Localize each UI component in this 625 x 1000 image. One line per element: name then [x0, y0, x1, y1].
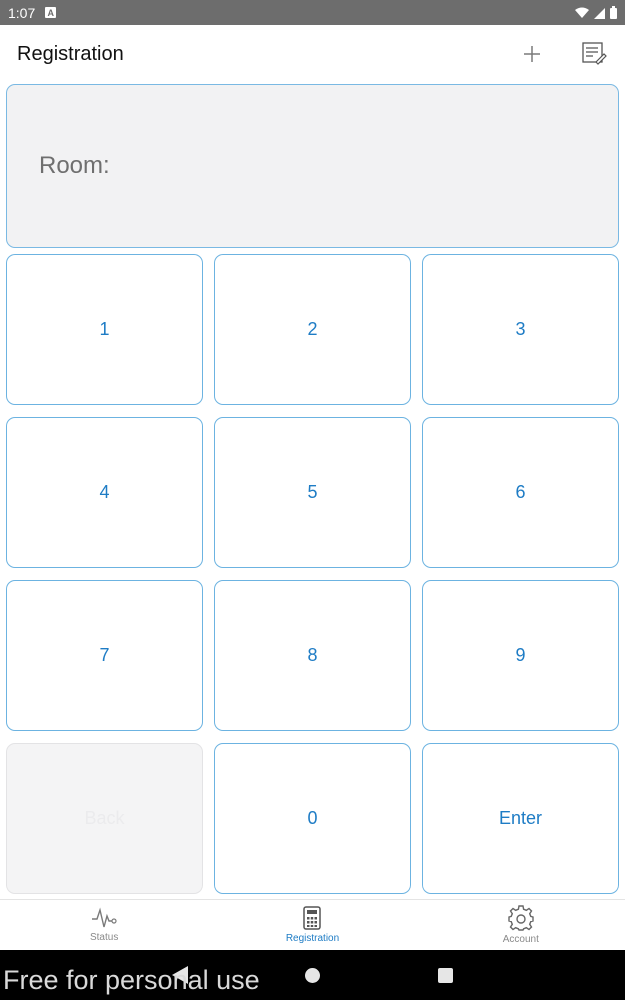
calculator-icon: [303, 906, 322, 930]
home-circle-icon[interactable]: [305, 968, 320, 983]
key-5[interactable]: 5: [214, 417, 411, 568]
keypad: 1 2 3 4 5 6 7 8 9 Back 0 Enter: [6, 254, 619, 895]
nav-label-account: Account: [502, 934, 539, 945]
system-nav-bar: Free for personal use: [0, 950, 625, 1000]
watermark-text: Free for personal use: [3, 965, 260, 995]
edit-list-button[interactable]: [580, 40, 608, 68]
key-9[interactable]: 9: [422, 580, 619, 731]
key-6[interactable]: 6: [422, 417, 619, 568]
key-3[interactable]: 3: [422, 254, 619, 405]
notification-icon: A: [45, 7, 57, 18]
add-icon: [524, 46, 540, 62]
gear-icon: [508, 905, 534, 931]
key-7[interactable]: 7: [6, 580, 203, 731]
key-4[interactable]: 4: [6, 417, 203, 568]
key-1[interactable]: 1: [6, 254, 203, 405]
bottom-nav: Status Registration Account: [0, 899, 625, 950]
wifi-icon: [575, 7, 589, 18]
nav-item-registration[interactable]: Registration: [208, 900, 416, 950]
status-right-icons: [575, 6, 617, 19]
key-2[interactable]: 2: [214, 254, 411, 405]
status-bar: 1:07 A: [0, 0, 625, 25]
nav-item-account[interactable]: Account: [417, 900, 625, 950]
nav-label-status: Status: [89, 932, 119, 943]
nav-label-registration: Registration: [285, 933, 340, 944]
app-bar-actions: [518, 40, 608, 68]
key-back[interactable]: Back: [6, 743, 203, 894]
edit-list-icon: [582, 42, 607, 65]
pulse-icon: [92, 907, 117, 928]
room-label: Room:: [39, 152, 110, 179]
key-8[interactable]: 8: [214, 580, 411, 731]
status-time: 1:07: [8, 4, 36, 21]
battery-icon: [610, 6, 617, 19]
key-0[interactable]: 0: [214, 743, 411, 894]
room-display: Room:: [6, 84, 619, 248]
signal-icon: [594, 7, 605, 19]
add-button[interactable]: [518, 40, 546, 68]
recents-square-icon[interactable]: [438, 968, 453, 983]
nav-item-status[interactable]: Status: [0, 900, 208, 950]
app-bar: Registration: [0, 25, 625, 83]
page-title: Registration: [17, 42, 124, 65]
key-enter[interactable]: Enter: [422, 743, 619, 894]
